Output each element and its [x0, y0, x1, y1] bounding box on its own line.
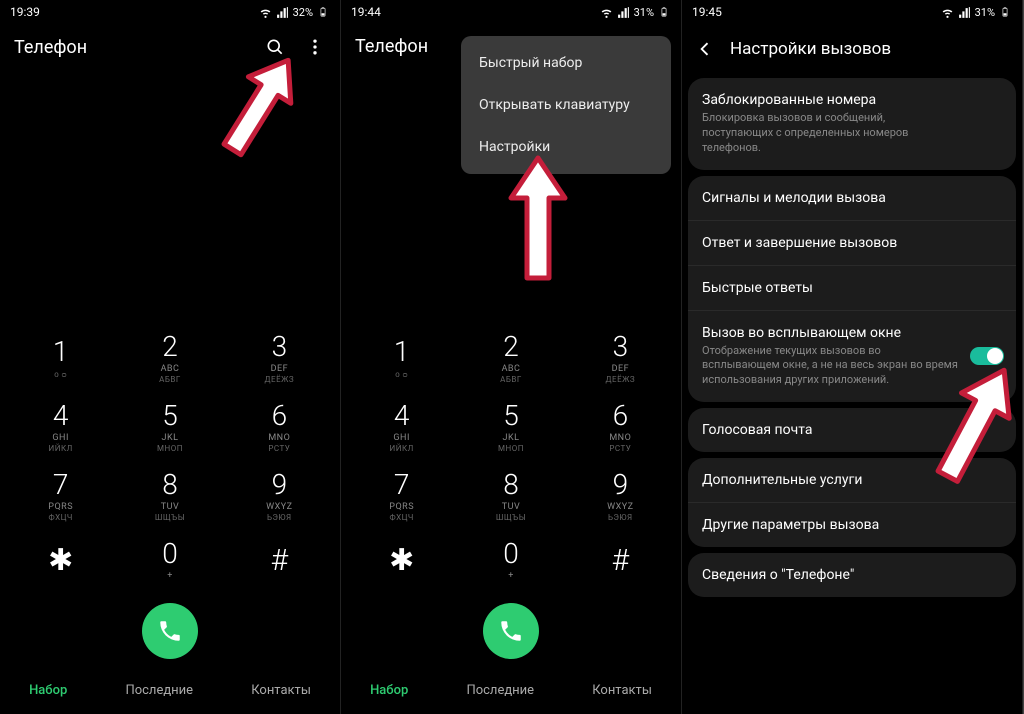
key-6[interactable]: 6MNOРСТУ	[225, 392, 334, 461]
row-extra-services[interactable]: Дополнительные услуги	[688, 458, 1016, 502]
key-1[interactable]: 1ᴏ ᴑ	[6, 323, 115, 392]
signal-icon	[276, 5, 290, 19]
screen-menu: 19:44 31% Телефон Быстрый набор Открыват…	[341, 0, 682, 714]
key-2[interactable]: 2ABCАБВГ	[115, 323, 224, 392]
key-5[interactable]: 5JKLМНОП	[456, 392, 565, 461]
battery-icon	[998, 5, 1012, 19]
tab-dial[interactable]: Набор	[29, 683, 67, 698]
wifi-icon	[259, 5, 273, 19]
dial-area: 1ᴏ ᴑ 2ABCАБВГ 3DEFДЕЁЖЗ 4GHIИЙКЛ 5JKLМНО…	[0, 70, 340, 714]
overflow-menu: Быстрый набор Открывать клавиатуру Настр…	[461, 36, 671, 174]
battery-pct: 32%	[293, 6, 313, 19]
key-4[interactable]: 4GHIИЙКЛ	[347, 392, 456, 461]
key-8[interactable]: 8TUVШЩЪЫ	[456, 461, 565, 530]
key-9[interactable]: 9WXYZЬЭЮЯ	[566, 461, 675, 530]
key-3[interactable]: 3DEFДЕЁЖЗ	[566, 323, 675, 392]
popup-call-toggle[interactable]	[970, 347, 1004, 365]
search-icon[interactable]	[264, 36, 286, 58]
status-right: 31%	[941, 5, 1012, 19]
key-hash[interactable]: #	[566, 530, 675, 589]
status-bar: 19:44 31%	[341, 0, 681, 24]
battery-pct: 31%	[975, 6, 995, 19]
key-9[interactable]: 9WXYZЬЭЮЯ	[225, 461, 334, 530]
signal-icon	[617, 5, 631, 19]
status-time: 19:39	[10, 5, 40, 19]
call-button[interactable]	[142, 603, 198, 659]
status-right: 32%	[259, 5, 330, 19]
signal-icon	[958, 5, 972, 19]
status-bar: 19:39 32%	[0, 0, 340, 24]
wifi-icon	[941, 5, 955, 19]
row-other-params[interactable]: Другие параметры вызова	[688, 502, 1016, 547]
settings-list: Заблокированные номера Блокировка вызово…	[682, 78, 1022, 714]
screen-dialer: 19:39 32% Телефон 1ᴏ ᴑ 2	[0, 0, 341, 714]
row-voicemail[interactable]: Голосовая почта	[688, 408, 1016, 452]
tab-recent[interactable]: Последние	[125, 683, 193, 698]
battery-icon	[316, 5, 330, 19]
key-6[interactable]: 6MNOРСТУ	[566, 392, 675, 461]
key-7[interactable]: 7PQRSФХЦЧ	[347, 461, 456, 530]
row-blocked-numbers[interactable]: Заблокированные номера Блокировка вызово…	[688, 78, 1016, 170]
row-about-phone[interactable]: Сведения о "Телефоне"	[688, 553, 1016, 597]
dialpad: 1ᴏ ᴑ 2ABCАБВГ 3DEFДЕЁЖЗ 4GHIИЙКЛ 5JKLМНО…	[0, 323, 340, 589]
tab-contacts[interactable]: Контакты	[251, 683, 311, 698]
row-answer-end[interactable]: Ответ и завершение вызовов	[688, 220, 1016, 265]
tab-dial[interactable]: Набор	[370, 683, 408, 698]
app-title: Телефон	[14, 37, 264, 58]
key-4[interactable]: 4GHIИЙКЛ	[6, 392, 115, 461]
screen-settings: 19:45 31% Настройки вызовов Заблокирован…	[682, 0, 1023, 714]
call-button[interactable]	[483, 603, 539, 659]
row-quick-replies[interactable]: Быстрые ответы	[688, 265, 1016, 310]
battery-icon	[657, 5, 671, 19]
key-star[interactable]: ✱	[6, 530, 115, 589]
key-0[interactable]: 0+	[115, 530, 224, 589]
app-header: Телефон	[0, 24, 340, 70]
key-3[interactable]: 3DEFДЕЁЖЗ	[225, 323, 334, 392]
bottom-tabs: Набор Последние Контакты	[0, 669, 340, 714]
status-right: 31%	[600, 5, 671, 19]
key-1[interactable]: 1ᴏ ᴑ	[347, 323, 456, 392]
menu-speed-dial[interactable]: Быстрый набор	[461, 42, 671, 84]
status-time: 19:44	[351, 5, 381, 19]
status-time: 19:45	[692, 5, 722, 19]
menu-open-keyboard[interactable]: Открывать клавиатуру	[461, 84, 671, 126]
battery-pct: 31%	[634, 6, 654, 19]
key-2[interactable]: 2ABCАБВГ	[456, 323, 565, 392]
settings-title: Настройки вызовов	[730, 39, 891, 59]
key-star[interactable]: ✱	[347, 530, 456, 589]
row-popup-call[interactable]: Вызов во всплывающем окне Отображение те…	[688, 310, 1016, 403]
menu-settings[interactable]: Настройки	[461, 126, 671, 168]
wifi-icon	[600, 5, 614, 19]
row-ringtones[interactable]: Сигналы и мелодии вызова	[688, 176, 1016, 220]
key-0[interactable]: 0+	[456, 530, 565, 589]
tab-recent[interactable]: Последние	[466, 683, 534, 698]
key-hash[interactable]: #	[225, 530, 334, 589]
back-icon[interactable]	[694, 38, 716, 60]
dialpad: 1ᴏ ᴑ 2ABCАБВГ 3DEFДЕЁЖЗ 4GHIИЙКЛ 5JKLМНО…	[341, 323, 681, 589]
settings-header: Настройки вызовов	[682, 24, 1022, 78]
key-5[interactable]: 5JKLМНОП	[115, 392, 224, 461]
tab-contacts[interactable]: Контакты	[592, 683, 652, 698]
status-bar: 19:45 31%	[682, 0, 1022, 24]
key-7[interactable]: 7PQRSФХЦЧ	[6, 461, 115, 530]
more-icon[interactable]	[304, 36, 326, 58]
key-8[interactable]: 8TUVШЩЪЫ	[115, 461, 224, 530]
bottom-tabs: Набор Последние Контакты	[341, 669, 681, 714]
